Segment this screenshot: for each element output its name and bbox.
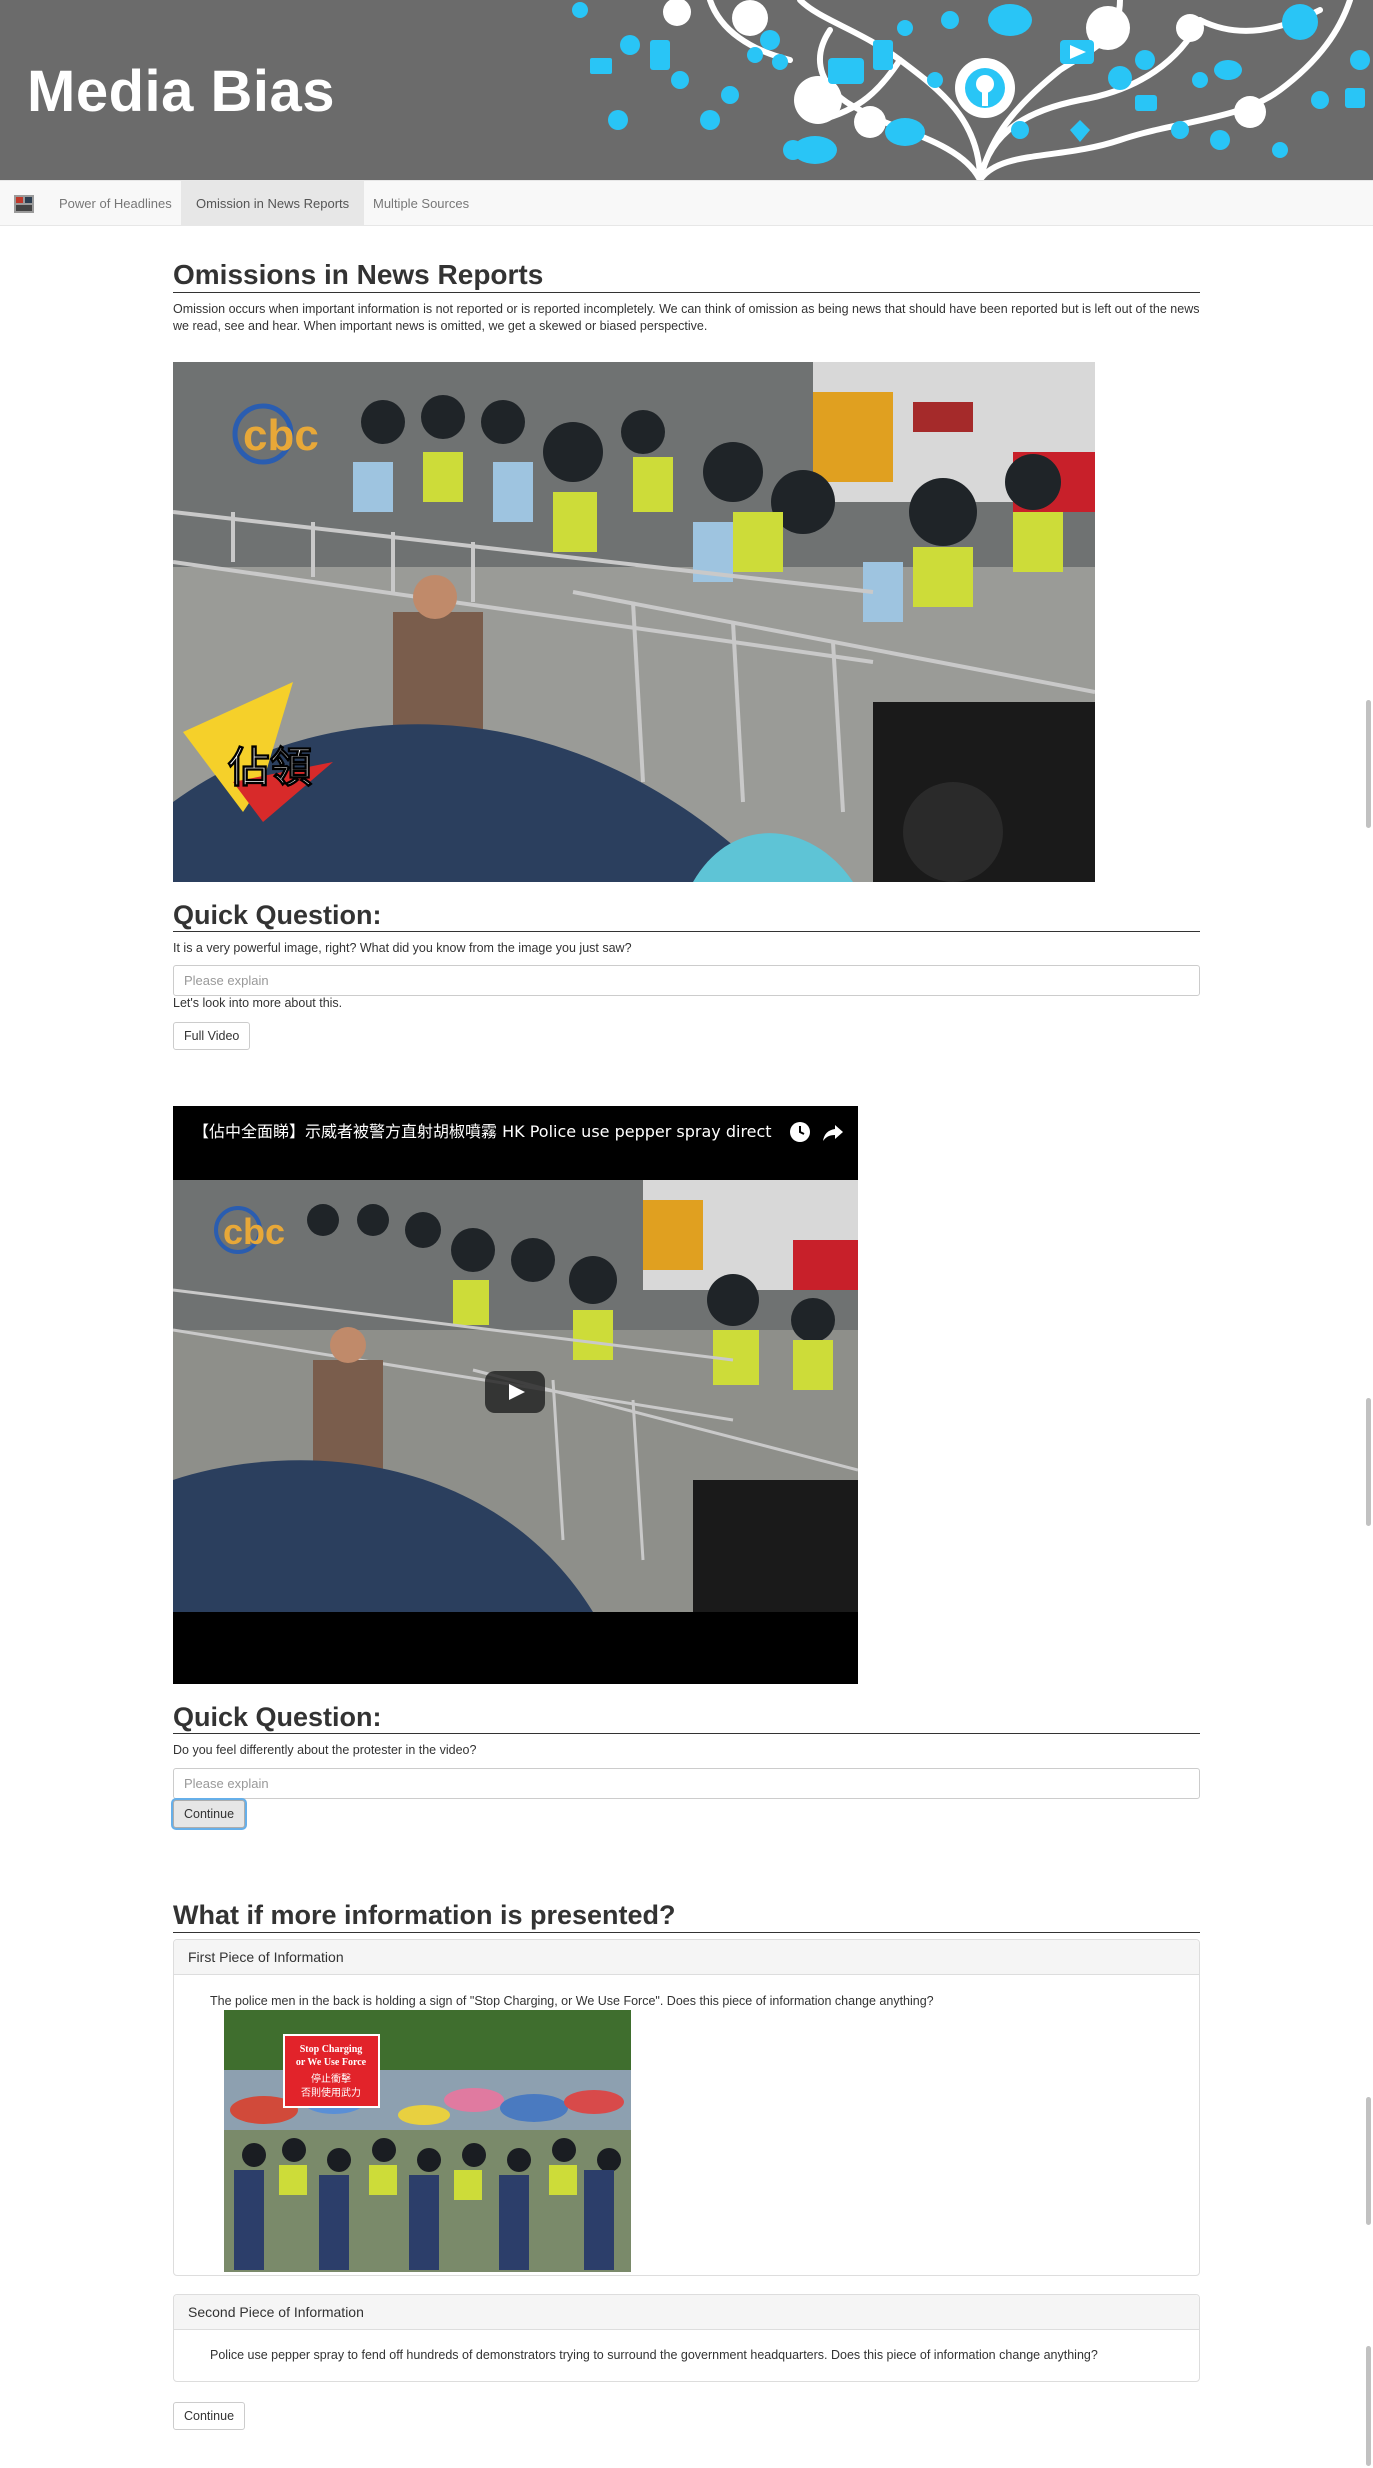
image-overlay-text: 佔領	[227, 743, 312, 792]
sign-text-line-3: 停止衝擊	[311, 2072, 351, 2085]
omissions-intro-text: Omission occurs when important informati…	[173, 302, 1200, 333]
protest-still-image: cbc 佔領	[173, 362, 1095, 882]
site-logo-icon[interactable]	[12, 193, 36, 215]
nav-item-omission-in-news-reports[interactable]: Omission in News Reports	[181, 181, 365, 226]
video-title[interactable]: 【佔中全面睇】示威者被警方直射胡椒噴霧 HK Police use pepper…	[193, 1117, 773, 1147]
continue-button-1[interactable]: Continue	[173, 1800, 246, 1828]
share-icon[interactable]	[821, 1120, 845, 1144]
quick-question-1-followup: Let's look into more about this.	[173, 996, 343, 1010]
info-panel-first-text: The police men in the back is holding a …	[210, 1994, 934, 2008]
top-navbar: Power of Headlines Omission in News Repo…	[0, 180, 1373, 226]
quick-question-1-prompt: It is a very powerful image, right? What…	[173, 941, 632, 955]
quick-question-2-prompt: Do you feel differently about the protes…	[173, 1743, 477, 1757]
nav-item-power-of-headlines[interactable]: Power of Headlines	[44, 181, 187, 226]
scrollbar-thumb[interactable]	[1366, 700, 1371, 828]
sign-text-line-4: 否則使用武力	[301, 2086, 361, 2099]
info-panel-second-text: Police use pepper spray to fend off hund…	[210, 2348, 1098, 2362]
header-banner: Media Bias	[0, 0, 1373, 180]
quick-question-1-heading: Quick Question:	[173, 899, 1200, 932]
site-title: Media Bias	[27, 59, 335, 124]
scrollbar-thumb[interactable]	[1366, 2346, 1371, 2466]
svg-text:cbc: cbc	[243, 411, 319, 460]
riot-police-sign-image: Stop Charging or We Use Force 停止衝擊 否則使用武…	[224, 2010, 631, 2272]
social-media-icons-illustration	[572, 0, 1370, 180]
full-video-button[interactable]: Full Video	[173, 1022, 251, 1050]
section-heading-omissions: Omissions in News Reports	[173, 258, 1200, 293]
quick-question-2-heading: Quick Question:	[173, 1701, 1200, 1734]
quick-question-1-answer-input[interactable]	[173, 965, 1200, 996]
scrollbar-thumb[interactable]	[1366, 1398, 1371, 1526]
nav-item-multiple-sources[interactable]: Multiple Sources	[358, 181, 484, 226]
sign-text-line-1: Stop Charging	[300, 2044, 363, 2055]
sign-text-line-2: or We Use Force	[296, 2057, 367, 2068]
svg-text:cbc: cbc	[223, 1211, 285, 1252]
continue-button-2[interactable]: Continue	[173, 2402, 246, 2430]
play-icon[interactable]	[485, 1371, 545, 1413]
clock-icon[interactable]	[788, 1120, 812, 1144]
embedded-video-player[interactable]: 【佔中全面睇】示威者被警方直射胡椒噴霧 HK Police use pepper…	[173, 1106, 858, 1684]
scrollbar-thumb[interactable]	[1366, 2097, 1371, 2225]
section-heading-more-info: What if more information is presented?	[173, 1898, 1200, 1933]
info-panel-second: Second Piece of Information Police use p…	[173, 2294, 1200, 2382]
info-panel-first: First Piece of Information The police me…	[173, 1939, 1200, 2276]
info-panel-second-title[interactable]: Second Piece of Information	[174, 2295, 1199, 2330]
info-panel-first-title[interactable]: First Piece of Information	[174, 1940, 1199, 1975]
quick-question-2-answer-input[interactable]	[173, 1768, 1200, 1799]
